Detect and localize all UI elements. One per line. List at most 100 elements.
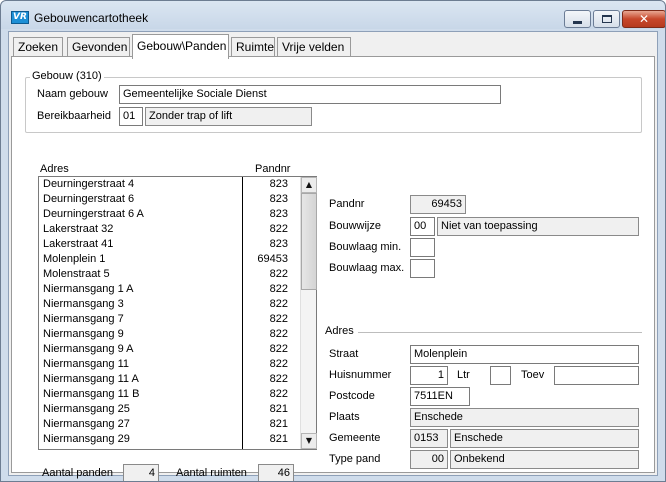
pandnr-label: Pandnr [329, 198, 365, 210]
list-item-pandnr: 822 [269, 313, 288, 325]
ltr-label: Ltr [457, 369, 470, 381]
list-item[interactable]: Niermansgang 25 821 [39, 402, 300, 417]
minimize-icon [573, 21, 582, 24]
list-item-pandnr: 822 [269, 223, 288, 235]
postcode-field[interactable]: 7511EN [410, 387, 470, 406]
list-item-adres: Niermansgang 9 [43, 328, 124, 340]
list-item-pandnr: 822 [269, 343, 288, 355]
list-item[interactable]: Niermansgang 11 A 822 [39, 372, 300, 387]
minimize-button[interactable] [564, 10, 591, 28]
list-item-adres: Niermansgang 25 [43, 403, 130, 415]
huisnummer-field[interactable]: 1 [410, 366, 448, 385]
bouwlaag-max-field[interactable] [410, 259, 435, 278]
list-item-adres: Molenplein 1 [43, 253, 106, 265]
list-item-pandnr: 822 [269, 358, 288, 370]
bouwwijze-label: Bouwwijze [329, 220, 381, 232]
naam-gebouw-label: Naam gebouw [37, 88, 108, 100]
tab-zoeken[interactable]: Zoeken [13, 37, 63, 58]
list-item[interactable]: Niermansgang 9 A 822 [39, 342, 300, 357]
app-window: VR Gebouwencartotheek ✕ Zoeken Gevonden … [0, 0, 666, 482]
huisnummer-label: Huisnummer [329, 369, 392, 381]
list-item-pandnr: 823 [269, 178, 288, 190]
list-item[interactable]: Niermansgang 3 822 [39, 297, 300, 312]
toev-field[interactable] [554, 366, 639, 385]
arrow-up-icon: ▲ [305, 180, 313, 189]
column-divider [242, 177, 243, 449]
bouwlaag-min-label: Bouwlaag min. [329, 241, 402, 253]
list-item-adres: Lakerstraat 41 [43, 238, 114, 250]
type-pand-label: Type pand [329, 453, 381, 465]
scroll-down-button[interactable]: ▼ [301, 433, 317, 449]
gebouw-group-title: Gebouw (310) [30, 70, 104, 82]
list-item-adres: Niermansgang 11 [43, 358, 130, 370]
list-item-pandnr: 822 [269, 388, 288, 400]
list-item[interactable]: Deurningerstraat 6 823 [39, 192, 300, 207]
list-item-pandnr: 823 [269, 238, 288, 250]
list-item[interactable]: Niermansgang 1 A 822 [39, 282, 300, 297]
pandnr-field: 69453 [410, 195, 466, 214]
tab-vrije-velden[interactable]: Vrije velden [277, 37, 351, 58]
straat-field[interactable]: Molenplein [410, 345, 639, 364]
list-item-adres: Lakerstraat 32 [43, 223, 114, 235]
pandnr-column-header[interactable]: Pandnr [255, 163, 290, 175]
list-item-pandnr: 69453 [257, 253, 288, 265]
list-scrollbar[interactable]: ▲ ▼ [300, 177, 317, 449]
list-item-pandnr: 823 [269, 208, 288, 220]
title-bar[interactable]: VR Gebouwencartotheek ✕ [1, 1, 665, 31]
list-item[interactable]: Niermansgang 9 822 [39, 327, 300, 342]
list-item-adres: Niermansgang 9 A [43, 343, 134, 355]
bouwlaag-min-field[interactable] [410, 238, 435, 257]
panden-list[interactable]: Deurningerstraat 4 823 Deurningerstraat 6 8… [38, 176, 317, 450]
list-item-adres: Niermansgang 11 A [43, 373, 139, 385]
list-item[interactable]: Niermansgang 11 B 822 [39, 387, 300, 402]
aantal-panden-field: 4 [123, 464, 159, 481]
list-item-pandnr: 821 [269, 403, 288, 415]
list-item-adres: Deurningerstraat 6 A [43, 208, 144, 220]
list-item-adres: Niermansgang 29 [43, 433, 130, 445]
list-item-pandnr: 821 [269, 433, 288, 445]
bereikbaarheid-code-field[interactable]: 01 [119, 107, 143, 126]
tab-gebouw-panden[interactable]: Gebouw\Panden [132, 34, 229, 59]
list-item[interactable]: Deurningerstraat 6 A 823 [39, 207, 300, 222]
list-item[interactable]: Molenstraat 5 822 [39, 267, 300, 282]
list-item[interactable]: Lakerstraat 32 822 [39, 222, 300, 237]
bouwwijze-code-field[interactable]: 00 [410, 217, 435, 236]
list-item-adres: Molenstraat 5 [43, 268, 110, 280]
list-item-pandnr: 822 [269, 373, 288, 385]
bouwlaag-max-label: Bouwlaag max. [329, 262, 405, 274]
postcode-label: Postcode [329, 390, 375, 402]
list-item[interactable]: Niermansgang 29 821 [39, 432, 300, 447]
list-item-adres: Deurningerstraat 4 [43, 178, 135, 190]
list-item-pandnr: 822 [269, 268, 288, 280]
naam-gebouw-field[interactable]: Gemeentelijke Sociale Dienst [119, 85, 501, 104]
list-item-adres: Niermansgang 7 [43, 313, 124, 325]
gemeente-label: Gemeente [329, 432, 381, 444]
tab-ruimte[interactable]: Ruimte [231, 37, 275, 58]
gebouw-group: Gebouw (310) Naam gebouw Gemeentelijke S… [25, 70, 642, 133]
list-item-adres: Niermansgang 3 [43, 298, 124, 310]
list-item[interactable]: Niermansgang 27 821 [39, 417, 300, 432]
list-item-pandnr: 822 [269, 283, 288, 295]
maximize-button[interactable] [593, 10, 620, 28]
list-item-adres: Niermansgang 27 [43, 418, 130, 430]
aantal-ruimten-label: Aantal ruimten [176, 467, 247, 479]
list-item-pandnr: 821 [269, 418, 288, 430]
list-item[interactable]: Niermansgang 7 822 [39, 312, 300, 327]
scroll-thumb[interactable] [301, 193, 317, 290]
ltr-field[interactable] [490, 366, 511, 385]
plaats-field: Enschede [410, 408, 639, 427]
list-item[interactable]: Niermansgang 11 822 [39, 357, 300, 372]
bereikbaarheid-label: Bereikbaarheid [37, 110, 111, 122]
adres-column-header[interactable]: Adres [40, 163, 69, 175]
gemeente-name-field: Enschede [450, 429, 639, 448]
list-item-adres: Deurningerstraat 6 [43, 193, 135, 205]
scroll-up-button[interactable]: ▲ [301, 177, 317, 193]
close-button[interactable]: ✕ [622, 10, 665, 28]
client-area: Zoeken Gevonden Gebouw\Panden Ruimte Vri… [8, 31, 658, 481]
list-item[interactable]: Deurningerstraat 4 823 [39, 177, 300, 192]
straat-label: Straat [329, 348, 359, 360]
tab-gevonden[interactable]: Gevonden [67, 37, 130, 58]
list-item[interactable]: Lakerstraat 41 823 [39, 237, 300, 252]
list-item[interactable]: Molenplein 1 69453 [39, 252, 300, 267]
aantal-panden-label: Aantal panden [42, 467, 113, 479]
